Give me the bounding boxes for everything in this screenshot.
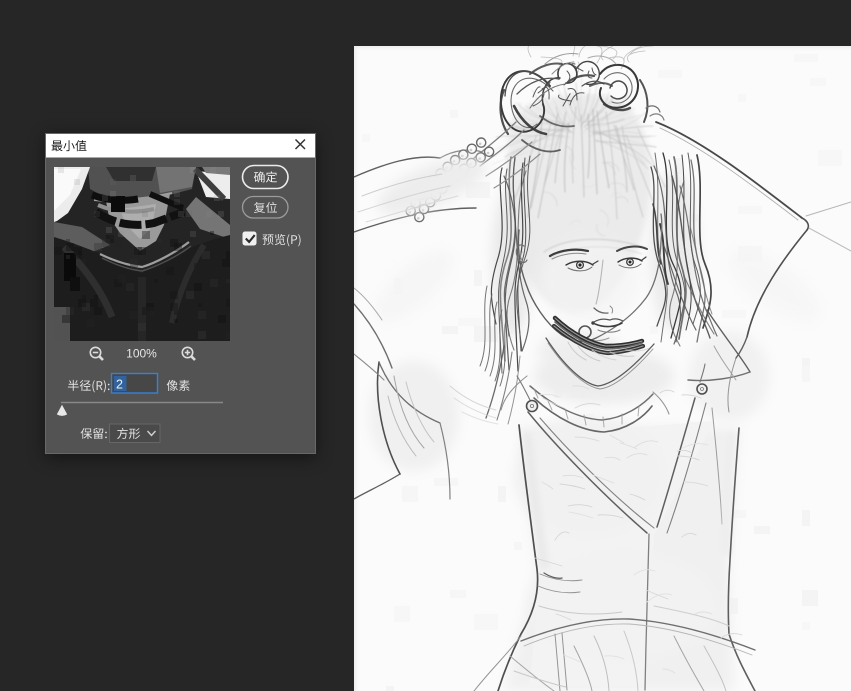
svg-text:100%: 100% (126, 347, 157, 361)
svg-text:2: 2 (116, 378, 123, 392)
